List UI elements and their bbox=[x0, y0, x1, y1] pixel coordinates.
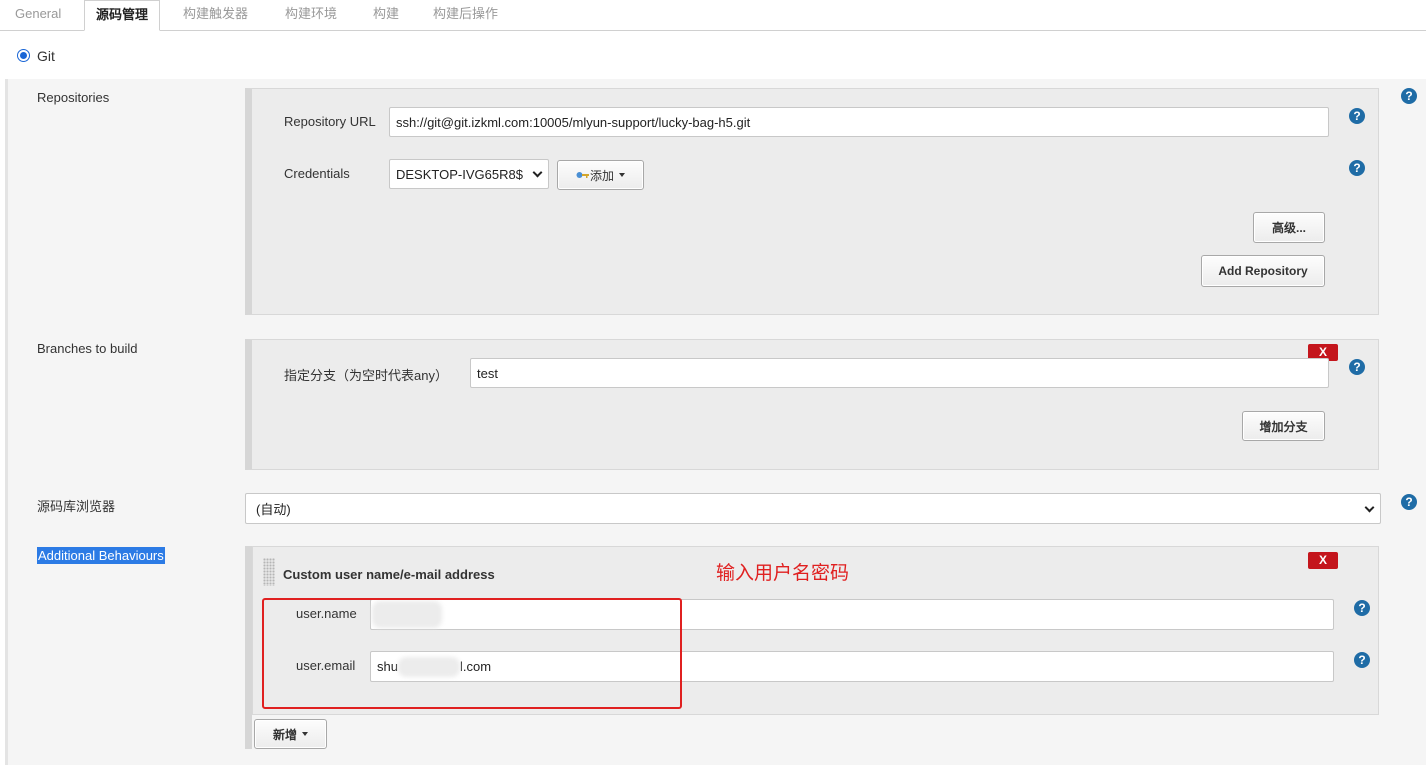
tab-build[interactable]: 构建 bbox=[362, 0, 410, 31]
tab-post-build-actions[interactable]: 构建后操作 bbox=[422, 0, 509, 31]
repository-url-input[interactable]: ssh://git@git.izkml.com:10005/mlyun-supp… bbox=[389, 107, 1329, 137]
branch-specifier-input[interactable]: test bbox=[470, 358, 1329, 388]
branches-label: Branches to build bbox=[37, 341, 138, 356]
caret-down-icon bbox=[619, 173, 625, 177]
additional-behaviours-text: Additional Behaviours bbox=[37, 547, 165, 564]
annotation-text: 输入用户名密码 bbox=[716, 563, 850, 584]
custom-user-title: Custom user name/e-mail address bbox=[283, 567, 495, 582]
chevron-down-icon bbox=[1364, 502, 1375, 513]
delete-behaviour-button[interactable]: X bbox=[1308, 552, 1338, 569]
scm-git-row: Git bbox=[0, 31, 1426, 79]
behaviours-bar bbox=[245, 546, 252, 749]
tab-build-triggers[interactable]: 构建触发器 bbox=[172, 0, 259, 31]
repository-browser-select[interactable]: (自动) bbox=[245, 493, 1381, 524]
branch-specifier-label: 指定分支（为空时代表any） bbox=[284, 368, 448, 383]
tab-general[interactable]: General bbox=[4, 0, 72, 31]
add-credentials-label: 添加 bbox=[589, 168, 614, 183]
credentials-value: DESKTOP-IVG65R8$ bbox=[396, 166, 523, 182]
additional-behaviours-label: Additional Behaviours bbox=[37, 547, 165, 564]
tab-source-code-management[interactable]: 源码管理 bbox=[84, 0, 161, 31]
add-repository-button[interactable]: Add Repository bbox=[1201, 255, 1325, 287]
credentials-select[interactable]: DESKTOP-IVG65R8$ bbox=[389, 159, 549, 189]
tab-bar: General 源码管理 构建触发器 构建环境 构建 构建后操作 bbox=[0, 0, 1426, 31]
repository-url-value: ssh://git@git.izkml.com:10005/mlyun-supp… bbox=[396, 114, 751, 130]
credentials-label: Credentials bbox=[284, 166, 350, 181]
add-behaviour-button[interactable]: 新增 bbox=[254, 719, 327, 749]
help-icon[interactable]: ? bbox=[1354, 652, 1370, 668]
drag-handle-icon[interactable] bbox=[263, 558, 275, 586]
help-icon[interactable]: ? bbox=[1349, 108, 1365, 124]
git-radio[interactable] bbox=[17, 49, 30, 62]
add-behaviour-label: 新增 bbox=[272, 727, 297, 742]
repository-url-label: Repository URL bbox=[284, 114, 376, 129]
repositories-label: Repositories bbox=[37, 90, 110, 105]
help-icon[interactable]: ? bbox=[1401, 494, 1417, 510]
annotation-box bbox=[262, 598, 682, 709]
repository-browser-label: 源码库浏览器 bbox=[37, 499, 116, 514]
help-icon[interactable]: ? bbox=[1349, 359, 1365, 375]
add-credentials-button[interactable]: 添加 bbox=[557, 160, 644, 190]
help-icon[interactable]: ? bbox=[1354, 600, 1370, 616]
chevron-down-icon bbox=[532, 167, 543, 178]
branch-specifier-value: test bbox=[477, 365, 498, 381]
caret-down-icon bbox=[302, 732, 308, 736]
repository-browser-value: (自动) bbox=[256, 502, 291, 517]
key-icon bbox=[576, 172, 589, 178]
tab-build-environment[interactable]: 构建环境 bbox=[274, 0, 348, 31]
help-icon[interactable]: ? bbox=[1401, 88, 1417, 104]
advanced-button[interactable]: 高级... bbox=[1253, 212, 1325, 243]
add-branch-button[interactable]: 增加分支 bbox=[1242, 411, 1325, 441]
git-label: Git bbox=[37, 48, 55, 64]
help-icon[interactable]: ? bbox=[1349, 160, 1365, 176]
